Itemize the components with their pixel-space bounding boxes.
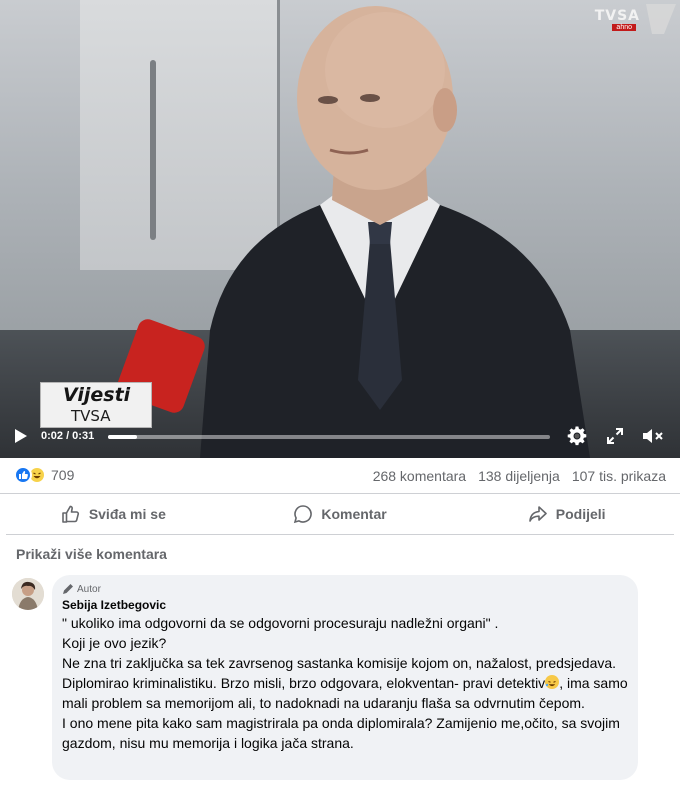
avatar[interactable] — [12, 578, 44, 610]
divider — [6, 534, 674, 535]
reaction-count: 709 — [51, 467, 75, 483]
settings-button[interactable] — [566, 426, 588, 446]
author-badge-label: Autor — [77, 583, 101, 595]
video-controls: 0:02 / 0:31 — [0, 422, 680, 452]
video-time: 0:02 / 0:31 — [41, 430, 95, 442]
comment-text: " ukoliko ima odgovorni da se odgovorni … — [62, 613, 628, 753]
lower-third-title: Vijesti — [63, 384, 131, 406]
shares-count-link[interactable]: 138 dijeljenja — [478, 468, 560, 484]
post-stats: 709 268 komentara 138 dijeljenja 107 tis… — [0, 458, 680, 494]
thumbs-up-icon — [62, 505, 79, 523]
channel-logo: TVSA — [594, 8, 640, 24]
view-more-comments-link[interactable]: Prikaži više komentara — [16, 546, 167, 562]
share-label: Podijeli — [555, 506, 606, 522]
avatar-image — [12, 578, 44, 610]
video-scene-person — [200, 6, 590, 458]
gear-icon — [567, 426, 587, 446]
reactions-summary[interactable]: 709 — [14, 466, 74, 484]
rofl-emoji-icon — [545, 675, 560, 689]
views-count: 107 tis. prikaza — [571, 468, 666, 484]
comments-count-link[interactable]: 268 komentara — [373, 468, 466, 484]
share-icon — [528, 506, 547, 522]
play-icon — [15, 429, 27, 443]
mute-button[interactable] — [641, 426, 665, 446]
channel-sub-label: ahno — [612, 24, 636, 31]
post-action-bar: Sviđa mi se Komentar Podijeli — [0, 494, 680, 534]
comment-text-part1: " ukoliko ima odgovorni da se odgovorni … — [62, 615, 617, 691]
video-player[interactable]: TVSA ahno Vijesti TVSA 0:02 / 0:31 — [0, 0, 680, 458]
expand-icon — [607, 428, 623, 444]
comment-bubble: Autor Sebija Izetbegovic " ukoliko ima o… — [52, 575, 638, 780]
pencil-icon — [63, 584, 73, 594]
author-badge: Autor — [62, 583, 628, 595]
comment-icon — [294, 505, 313, 524]
post-counts: 268 komentara 138 dijeljenja 107 tis. pr… — [373, 468, 666, 484]
video-scene-handle — [150, 60, 156, 240]
comment-label: Komentar — [321, 506, 387, 522]
like-button[interactable]: Sviđa mi se — [0, 494, 227, 534]
video-progress-bar[interactable] — [108, 435, 550, 439]
video-progress-fill — [108, 435, 137, 439]
play-button[interactable] — [12, 426, 30, 446]
comment-author-name[interactable]: Sebija Izetbegovic — [62, 598, 628, 612]
fullscreen-button[interactable] — [605, 426, 625, 446]
mute-icon — [643, 429, 663, 443]
like-label: Sviđa mi se — [88, 506, 166, 522]
comment-button[interactable]: Komentar — [227, 494, 454, 534]
like-reaction-icon — [14, 466, 32, 484]
share-button[interactable]: Podijeli — [453, 494, 680, 534]
